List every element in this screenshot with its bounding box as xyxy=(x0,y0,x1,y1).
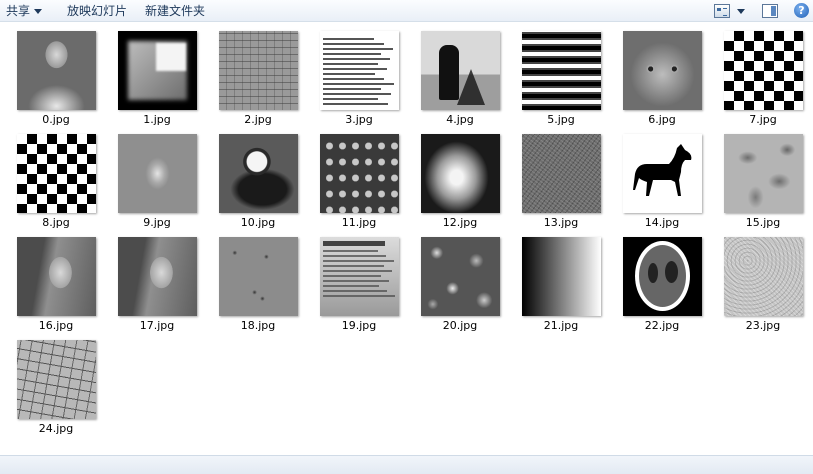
coins-thumbnail xyxy=(320,134,399,213)
file-item[interactable]: 4.jpg xyxy=(415,23,505,126)
brick-wall-thumbnail xyxy=(219,31,298,110)
file-name-label: 15.jpg xyxy=(745,216,781,229)
file-item[interactable]: 17.jpg xyxy=(112,229,202,332)
file-name-label: 17.jpg xyxy=(139,319,175,332)
view-options-icon[interactable] xyxy=(714,4,730,18)
slideshow-label: 放映幻灯片 xyxy=(67,4,128,18)
help-icon[interactable]: ? xyxy=(794,3,809,18)
new-folder-button[interactable]: 新建文件夹 xyxy=(145,3,205,19)
file-name-label: 9.jpg xyxy=(143,216,171,229)
gradient-thumbnail xyxy=(522,237,601,316)
portrait-thumbnail xyxy=(17,237,96,316)
new-folder-label: 新建文件夹 xyxy=(145,4,206,18)
file-name-label: 14.jpg xyxy=(644,216,680,229)
blob-thumbnail xyxy=(118,134,197,213)
text-document-thumbnail xyxy=(320,31,399,110)
micrograph-thumbnail xyxy=(724,134,803,213)
file-name-label: 23.jpg xyxy=(745,319,781,332)
glow-thumbnail xyxy=(421,134,500,213)
surface-spots-thumbnail xyxy=(219,237,298,316)
file-item[interactable]: 11.jpg xyxy=(314,126,404,229)
astronaut-photo-thumbnail xyxy=(17,31,96,110)
file-name-label: 0.jpg xyxy=(42,113,70,126)
checkerboard-thumbnail xyxy=(17,134,96,213)
file-item[interactable]: 3.jpg xyxy=(314,23,404,126)
file-item[interactable]: 10.jpg xyxy=(213,126,303,229)
file-name-label: 5.jpg xyxy=(547,113,575,126)
file-item[interactable]: 0.jpg xyxy=(11,23,101,126)
file-name-label: 2.jpg xyxy=(244,113,272,126)
file-item[interactable]: 5.jpg xyxy=(516,23,606,126)
checkerboard-thumbnail xyxy=(724,31,803,110)
file-item[interactable]: 20.jpg xyxy=(415,229,505,332)
file-item[interactable]: 14.jpg xyxy=(617,126,707,229)
blurry-blocks-thumbnail xyxy=(421,237,500,316)
cameraman-thumbnail xyxy=(421,31,500,110)
file-item[interactable]: 19.jpg xyxy=(314,229,404,332)
file-name-label: 1.jpg xyxy=(143,113,171,126)
file-item[interactable]: 9.jpg xyxy=(112,126,202,229)
sudoku-paper-thumbnail xyxy=(17,340,96,419)
cat-thumbnail xyxy=(623,31,702,110)
file-name-label: 24.jpg xyxy=(38,422,74,435)
file-item[interactable]: 2.jpg xyxy=(213,23,303,126)
file-name-label: 22.jpg xyxy=(644,319,680,332)
file-item[interactable]: 1.jpg xyxy=(112,23,202,126)
command-bar: 共享 放映幻灯片 新建文件夹 ? xyxy=(0,0,813,22)
noise-texture-thumbnail xyxy=(522,134,601,213)
file-item[interactable]: 22.jpg xyxy=(617,229,707,332)
file-name-label: 7.jpg xyxy=(749,113,777,126)
file-name-label: 11.jpg xyxy=(341,216,377,229)
file-item[interactable]: 16.jpg xyxy=(11,229,101,332)
chevron-down-icon xyxy=(34,9,43,14)
phantom-thumbnail xyxy=(623,237,702,316)
file-name-label: 19.jpg xyxy=(341,319,377,332)
rough-texture-thumbnail xyxy=(724,237,803,316)
file-name-label: 4.jpg xyxy=(446,113,474,126)
file-name-label: 13.jpg xyxy=(543,216,579,229)
file-name-label: 8.jpg xyxy=(42,216,70,229)
share-label: 共享 xyxy=(6,4,31,18)
file-item[interactable]: 18.jpg xyxy=(213,229,303,332)
file-item[interactable]: 15.jpg xyxy=(718,126,808,229)
slideshow-button[interactable]: 放映幻灯片 xyxy=(67,3,127,19)
chevron-down-icon[interactable] xyxy=(737,9,745,14)
file-name-label: 12.jpg xyxy=(442,216,478,229)
file-name-label: 10.jpg xyxy=(240,216,276,229)
status-bar xyxy=(0,455,813,474)
file-view[interactable]: 0.jpg 1.jpg 2.jpg 3.jpg 4.jpg 5.jpg 6.jpg 7.jpg… xyxy=(0,23,813,455)
horse-silhouette-thumbnail xyxy=(623,134,702,213)
blurred-squares-thumbnail xyxy=(118,31,197,110)
coffee-cup-thumbnail xyxy=(219,134,298,213)
file-name-label: 6.jpg xyxy=(648,113,676,126)
file-name-label: 20.jpg xyxy=(442,319,478,332)
file-item[interactable]: 6.jpg xyxy=(617,23,707,126)
file-item[interactable]: 13.jpg xyxy=(516,126,606,229)
share-menu-button[interactable]: 共享 xyxy=(6,3,43,19)
file-item[interactable]: 8.jpg xyxy=(11,126,101,229)
portrait-thumbnail xyxy=(118,237,197,316)
horizontal-stripes-thumbnail xyxy=(522,31,601,110)
file-item[interactable]: 24.jpg xyxy=(11,332,101,435)
document-photo-thumbnail xyxy=(320,237,399,316)
file-name-label: 18.jpg xyxy=(240,319,276,332)
file-item[interactable]: 23.jpg xyxy=(718,229,808,332)
file-name-label: 16.jpg xyxy=(38,319,74,332)
file-item[interactable]: 21.jpg xyxy=(516,229,606,332)
file-name-label: 21.jpg xyxy=(543,319,579,332)
preview-pane-icon[interactable] xyxy=(762,4,778,18)
file-item[interactable]: 7.jpg xyxy=(718,23,808,126)
file-item[interactable]: 12.jpg xyxy=(415,126,505,229)
file-name-label: 3.jpg xyxy=(345,113,373,126)
